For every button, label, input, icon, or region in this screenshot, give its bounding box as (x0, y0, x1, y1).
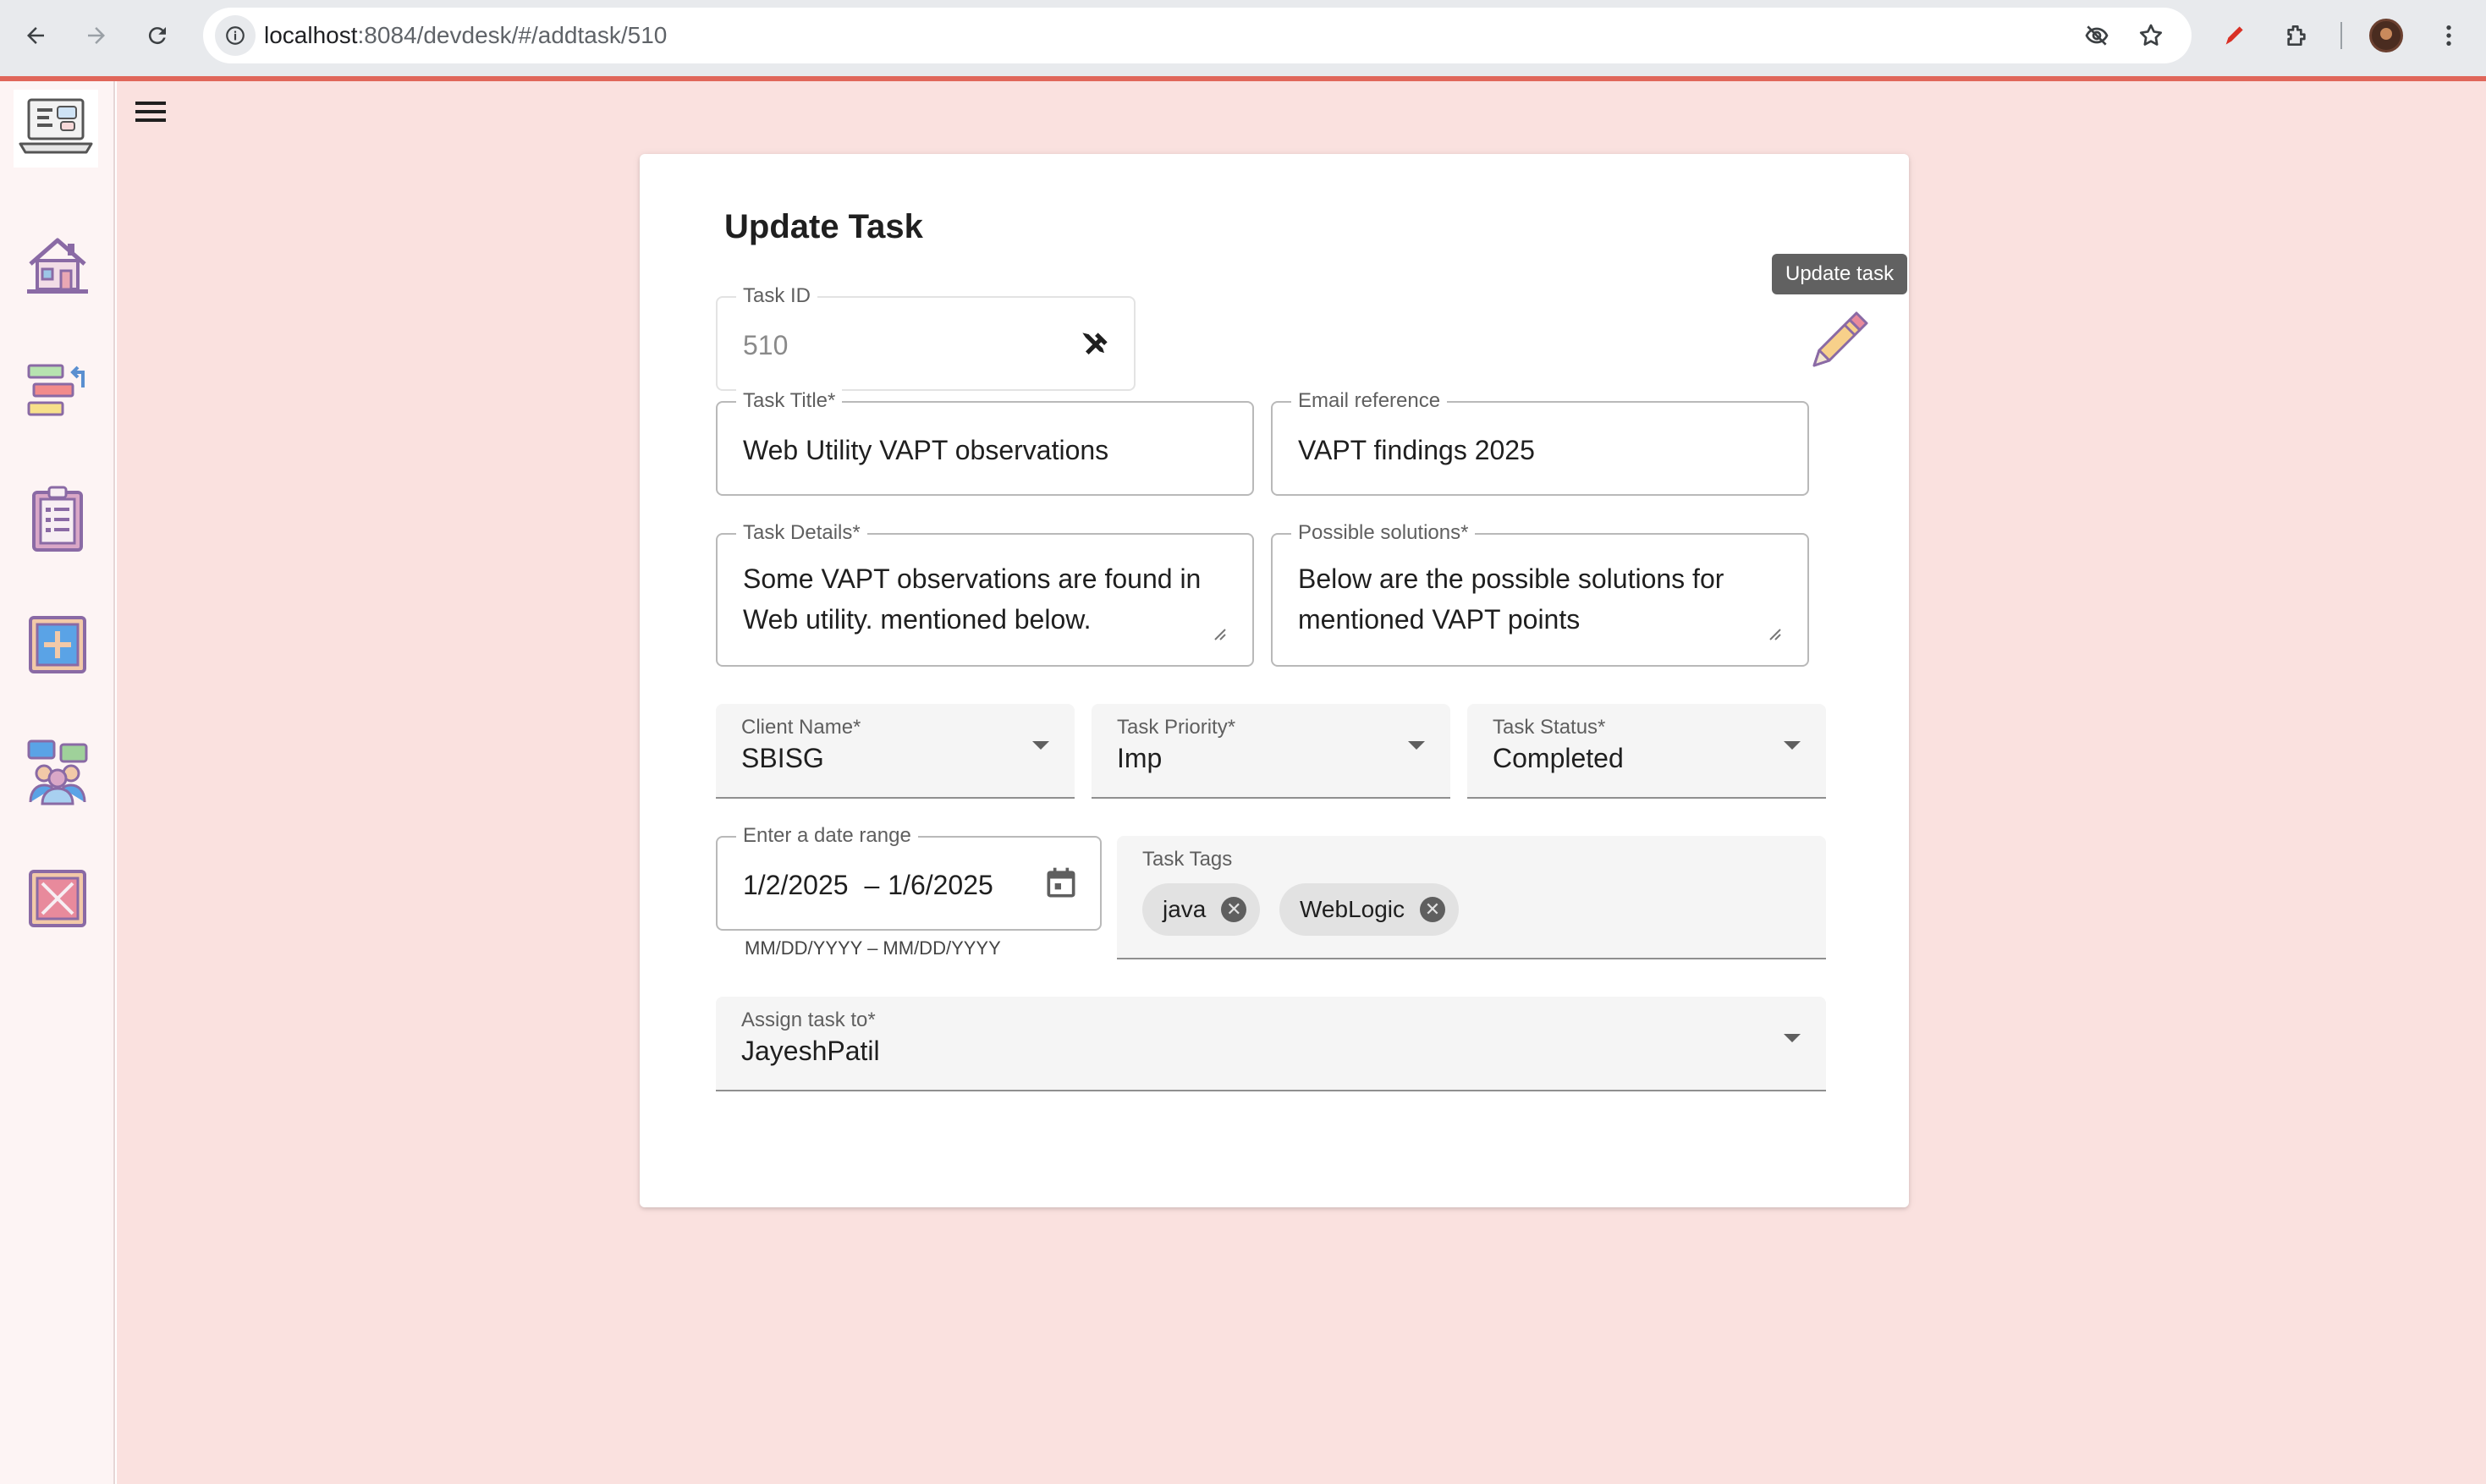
date-range-field[interactable]: Enter a date range 1/2/2025 –1/6/2025 (716, 824, 1102, 931)
task-status-select[interactable]: Task Status* Completed (1467, 704, 1826, 799)
assign-task-to-select[interactable]: Assign task to* JayeshPatil (716, 997, 1826, 1091)
task-details-label: Task Details* (736, 521, 867, 545)
tools-icon (1082, 333, 1108, 355)
clipboard-icon (32, 486, 83, 552)
task-title-input[interactable]: Web Utility VAPT observations (743, 430, 1108, 470)
resize-handle-icon[interactable] (1767, 626, 1782, 641)
profile-avatar[interactable] (2366, 15, 2406, 56)
task-details-textarea[interactable]: Some VAPT observations are found in Web … (743, 558, 1217, 640)
task-status-label: Task Status* (1493, 716, 1606, 739)
task-status-value: Completed (1493, 743, 1624, 773)
tag-chip-weblogic[interactable]: WebLogic ✕ (1279, 883, 1460, 936)
date-range-start[interactable]: 1/2/2025 (743, 870, 849, 900)
remove-tag-icon[interactable]: ✕ (1221, 897, 1247, 922)
task-flow-icon (27, 364, 85, 416)
back-arrow-icon (27, 27, 44, 44)
menu-toggle-button[interactable] (127, 88, 174, 135)
email-reference-input[interactable]: VAPT findings 2025 (1298, 430, 1535, 470)
laptop-logo-icon (19, 98, 93, 154)
date-range-value[interactable]: 1/2/2025 –1/6/2025 (743, 865, 993, 905)
address-bar[interactable]: localhost:8084/devdesk/#/addtask/510 (203, 8, 2192, 63)
task-id-value: 510 (743, 330, 789, 360)
team-icon (27, 739, 88, 805)
email-reference-label: Email reference (1291, 389, 1448, 413)
sidebar-item-home[interactable] (17, 223, 98, 305)
task-priority-select[interactable]: Task Priority* Imp (1092, 704, 1450, 799)
tag-chip-label: WebLogic (1300, 896, 1405, 922)
browser-menu-icon[interactable] (2428, 15, 2469, 56)
main-content: Update Task Update task Task ID 510 Task… (117, 81, 2486, 1484)
forward-arrow-icon (88, 27, 105, 44)
possible-solutions-label: Possible solutions* (1291, 521, 1476, 545)
url-host: localhost (264, 22, 358, 48)
pen-extension-icon[interactable] (2214, 15, 2254, 56)
resize-handle-icon[interactable] (1212, 626, 1227, 641)
task-id-field: Task ID 510 (716, 284, 1136, 391)
app-root: Update Task Update task Task ID 510 Task… (0, 76, 2486, 1484)
task-priority-value: Imp (1117, 743, 1163, 773)
task-id-label: Task ID (736, 284, 818, 308)
url-path: :8084/devdesk/#/addtask/510 (357, 22, 668, 48)
email-reference-field[interactable]: Email reference VAPT findings 2025 (1271, 389, 1809, 496)
task-details-field[interactable]: Task Details* Some VAPT observations are… (716, 521, 1254, 667)
assign-task-to-label: Assign task to* (741, 1009, 876, 1031)
toolbar-divider (2340, 22, 2342, 49)
sidebar-item-task-list[interactable] (17, 479, 98, 560)
browser-toolbar: localhost:8084/devdesk/#/addtask/510 (0, 0, 2486, 76)
dropdown-arrow-icon[interactable] (1784, 741, 1801, 750)
back-button[interactable] (15, 15, 56, 56)
possible-solutions-textarea[interactable]: Below are the possible solutions for men… (1298, 558, 1772, 640)
url-text: localhost:8084/devdesk/#/addtask/510 (264, 8, 667, 63)
date-range-hint: MM/DD/YYYY – MM/DD/YYYY (745, 937, 1001, 959)
reload-icon (148, 27, 166, 45)
page-title: Update Task (724, 208, 923, 245)
update-task-card: Update Task Update task Task ID 510 Task… (640, 154, 1909, 1207)
close-box-icon (29, 870, 86, 927)
tag-chip-java[interactable]: java ✕ (1142, 883, 1261, 936)
hamburger-menu-icon (135, 102, 166, 122)
app-logo[interactable] (14, 90, 98, 168)
update-task-tooltip: Update task (1772, 254, 1908, 294)
forward-button[interactable] (76, 15, 117, 56)
possible-solutions-field[interactable]: Possible solutions* Below are the possib… (1271, 521, 1809, 667)
task-tags-field[interactable]: Task Tags java ✕ WebLogic ✕ (1117, 836, 1826, 959)
sidebar (0, 81, 115, 1484)
task-title-label: Task Title* (736, 389, 843, 413)
date-range-separator: – (864, 870, 880, 900)
tag-chip-label: java (1163, 896, 1207, 922)
pencil-icon (1812, 311, 1868, 367)
dropdown-arrow-icon[interactable] (1408, 741, 1425, 750)
bookmark-star-icon[interactable] (2131, 15, 2171, 56)
site-info-icon[interactable] (215, 15, 256, 56)
task-tags-label: Task Tags (1142, 848, 1233, 871)
task-title-field[interactable]: Task Title* Web Utility VAPT observation… (716, 389, 1254, 496)
client-name-label: Client Name* (741, 716, 861, 739)
client-name-select[interactable]: Client Name* SBISG (716, 704, 1075, 799)
sidebar-item-add-task[interactable] (17, 604, 98, 685)
remove-tag-icon[interactable]: ✕ (1420, 897, 1446, 922)
avatar (2369, 19, 2403, 52)
assign-task-to-value: JayeshPatil (741, 1036, 880, 1066)
sidebar-item-logout[interactable] (17, 858, 98, 939)
eye-off-icon[interactable] (2076, 15, 2117, 56)
dropdown-arrow-icon[interactable] (1784, 1034, 1801, 1042)
calendar-icon[interactable] (1042, 865, 1080, 902)
date-range-end[interactable]: 1/6/2025 (888, 870, 993, 900)
task-priority-label: Task Priority* (1117, 716, 1236, 739)
sidebar-item-team[interactable] (17, 731, 98, 812)
home-icon (27, 238, 88, 294)
sidebar-item-task-board[interactable] (17, 350, 98, 431)
extensions-icon[interactable] (2276, 15, 2317, 56)
update-task-button[interactable] (1806, 306, 1873, 374)
client-name-value: SBISG (741, 743, 824, 773)
dropdown-arrow-icon[interactable] (1032, 741, 1049, 750)
reload-button[interactable] (137, 15, 178, 56)
add-task-icon (29, 616, 86, 673)
date-range-label: Enter a date range (736, 824, 918, 848)
